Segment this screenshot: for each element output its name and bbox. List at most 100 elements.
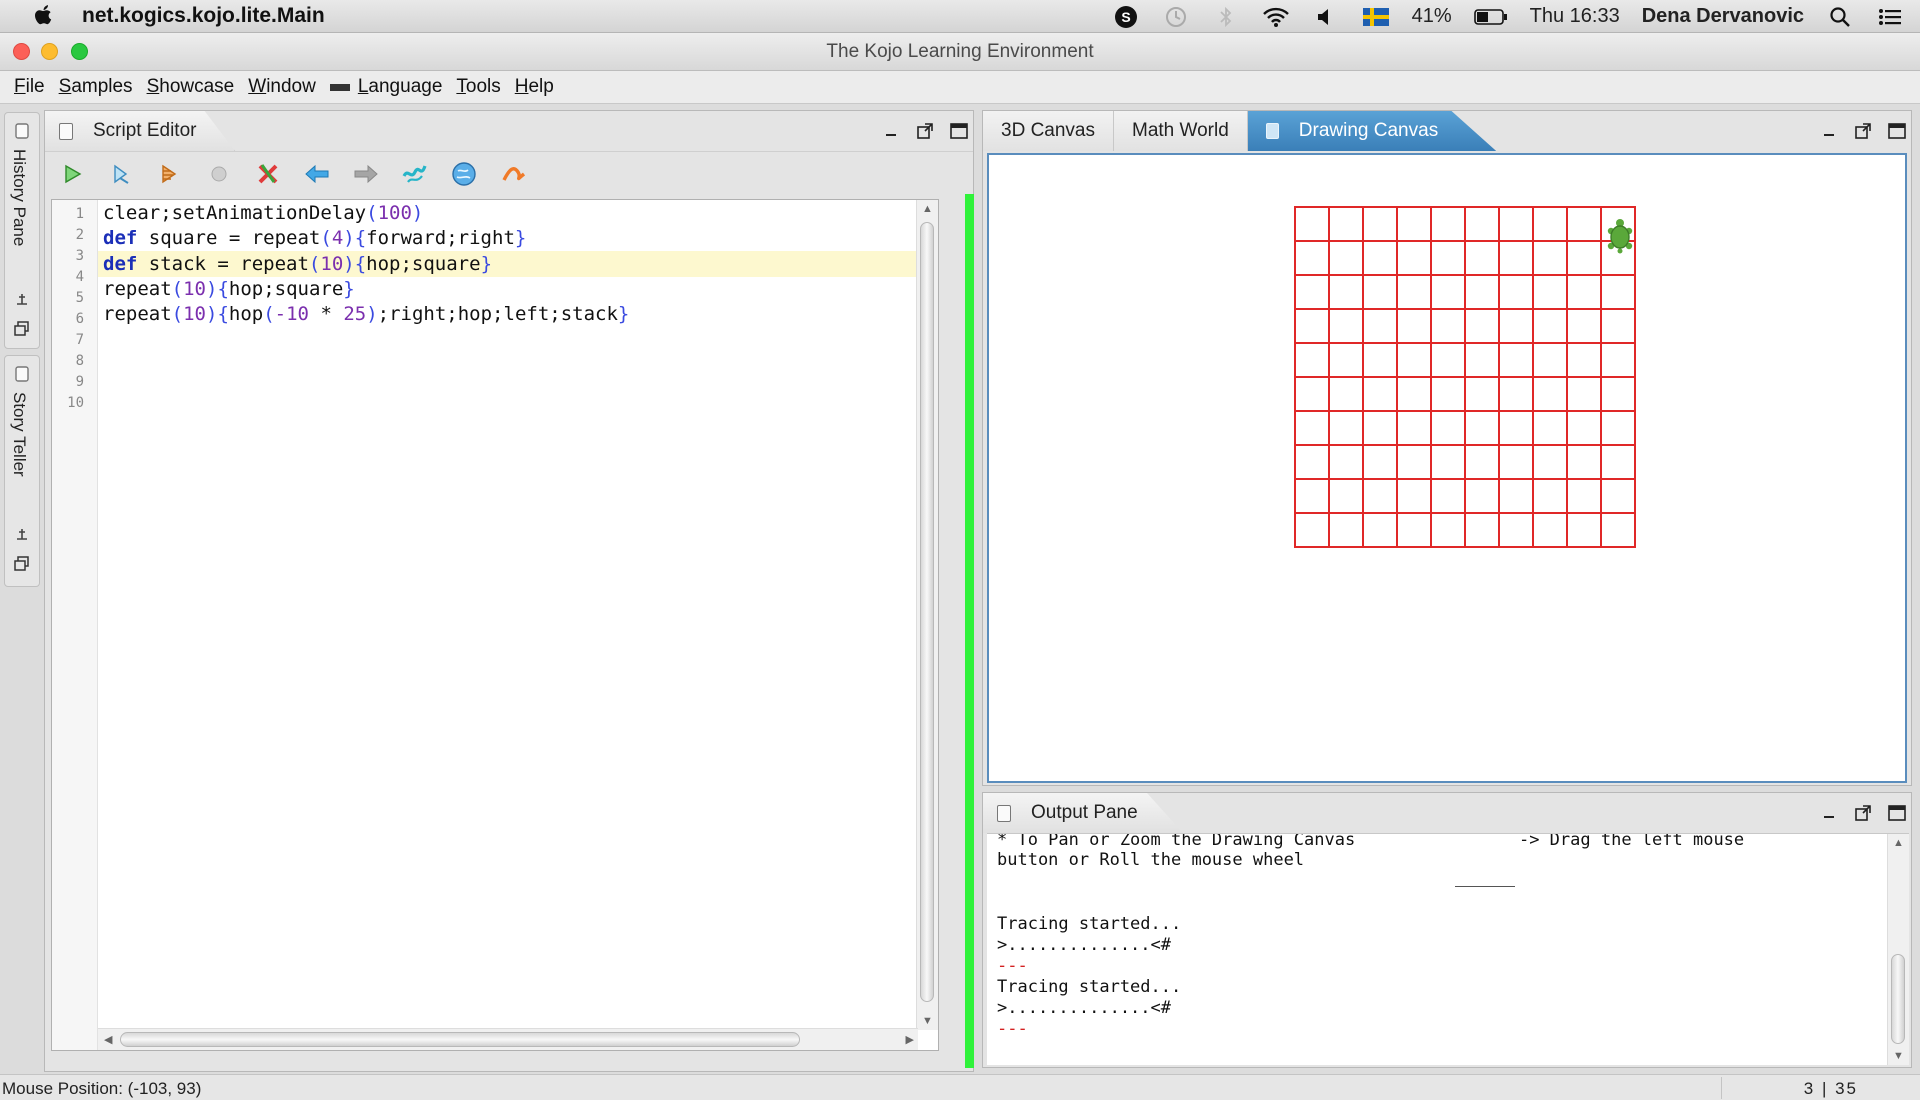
story-restore-icon[interactable]: [14, 556, 30, 572]
menu-tools[interactable]: Tools: [456, 76, 500, 98]
output-vertical-scrollbar[interactable]: ▲ ▼: [1887, 834, 1909, 1065]
tab-drawing-canvas[interactable]: Drawing Canvas: [1247, 111, 1497, 151]
notification-center-icon[interactable]: [1876, 3, 1904, 31]
code-editor[interactable]: 1 2 3 4 5 6 7 8 9 10 clear;setAnimationD…: [51, 199, 939, 1051]
story-teller-label[interactable]: Story Teller: [9, 392, 29, 477]
scroll-down-arrow-icon[interactable]: ▼: [1893, 1050, 1904, 1062]
code-token: (: [263, 303, 275, 325]
battery-icon[interactable]: [1473, 3, 1508, 31]
code-line-1[interactable]: clear;setAnimationDelay(100): [98, 200, 898, 226]
grid-square: [1464, 342, 1500, 378]
volume-icon[interactable]: [1312, 3, 1340, 31]
undo-icon[interactable]: [304, 161, 330, 187]
apple-logo-icon[interactable]: [28, 1, 58, 31]
menu-language-wrap[interactable]: Language: [329, 76, 443, 98]
editor-vertical-scrollbar[interactable]: ▲ ▼: [916, 200, 938, 1030]
clear-editor-icon[interactable]: [500, 161, 526, 187]
time-machine-icon[interactable]: [1162, 3, 1190, 31]
menu-samples[interactable]: Samples: [59, 76, 133, 98]
grid-square: [1566, 308, 1602, 344]
tab-math-world[interactable]: Math World: [1114, 111, 1248, 151]
run-worksheet-icon[interactable]: [108, 161, 134, 187]
stop-icon[interactable]: [206, 161, 232, 187]
maximize-icon[interactable]: [1887, 803, 1907, 823]
output-pane-title: Output Pane: [1031, 802, 1138, 823]
grid-square: [1294, 410, 1330, 446]
menu-window[interactable]: Window: [248, 76, 316, 98]
story-teller-group[interactable]: Story Teller: [4, 355, 40, 587]
skype-icon[interactable]: S: [1112, 3, 1140, 31]
compile-globe-icon[interactable]: [451, 161, 477, 187]
grid-square: [1430, 478, 1466, 514]
scroll-right-arrow-icon[interactable]: ▶: [906, 1033, 914, 1046]
tab-output-pane[interactable]: Output Pane: [983, 793, 1183, 833]
tab-3d-canvas-label: 3D Canvas: [1001, 120, 1095, 141]
grid-square: [1498, 274, 1534, 310]
code-line-3[interactable]: def stack = repeat(10){hop;square}: [98, 251, 898, 277]
grid-square: [1498, 206, 1534, 242]
menu-help[interactable]: Help: [515, 76, 554, 98]
code-token: ;right;hop;left;stack: [377, 303, 618, 325]
vertical-scroll-thumb[interactable]: [920, 222, 934, 1002]
history-pane-group[interactable]: History Pane: [4, 112, 40, 349]
scroll-up-arrow-icon[interactable]: ▲: [922, 203, 933, 215]
grid-square: [1396, 240, 1432, 276]
tab-drawing-canvas-label: Drawing Canvas: [1298, 120, 1439, 141]
grid-square: [1362, 342, 1398, 378]
spotlight-search-icon[interactable]: [1826, 3, 1854, 31]
maximize-icon[interactable]: [949, 121, 969, 141]
output-text-area[interactable]: * To Pan or Zoom the Drawing Canvas -> D…: [987, 833, 1909, 1065]
output-window-controls: [1819, 803, 1907, 823]
grid-square: [1464, 274, 1500, 310]
menubar-user-name[interactable]: Dena Dervanovic: [1642, 5, 1804, 28]
float-icon[interactable]: [915, 121, 935, 141]
tab-3d-canvas[interactable]: 3D Canvas: [983, 111, 1114, 151]
wifi-icon[interactable]: [1262, 3, 1290, 31]
code-line-5[interactable]: repeat(10){hop(-10 * 25);right;hop;left;…: [98, 301, 898, 327]
format-icon[interactable]: [402, 161, 428, 187]
redo-icon[interactable]: [353, 161, 379, 187]
code-token: 25: [343, 303, 367, 325]
menu-language[interactable]: Language: [358, 76, 443, 98]
output-line: ---: [997, 1019, 1028, 1039]
history-restore-icon[interactable]: [14, 321, 30, 337]
code-line-4[interactable]: repeat(10){hop;square}: [98, 276, 898, 302]
trace-icon[interactable]: [157, 161, 183, 187]
scroll-down-arrow-icon[interactable]: ▼: [922, 1015, 933, 1027]
maximize-icon[interactable]: [1887, 121, 1907, 141]
grid-square: [1600, 444, 1636, 480]
grid-square: [1532, 206, 1568, 242]
run-icon[interactable]: [59, 161, 85, 187]
float-icon[interactable]: [1853, 121, 1873, 141]
drawing-canvas[interactable]: [987, 153, 1907, 783]
menu-showcase[interactable]: Showcase: [147, 76, 235, 98]
editor-horizontal-scrollbar[interactable]: ◀ ▶: [98, 1028, 918, 1050]
horizontal-scroll-thumb[interactable]: [120, 1032, 800, 1047]
swedish-flag-input-icon[interactable]: [1362, 3, 1390, 31]
output-scroll-thumb[interactable]: [1891, 954, 1905, 1044]
grid-square: [1498, 478, 1534, 514]
menubar-clock[interactable]: Thu 16:33: [1530, 5, 1620, 28]
bluetooth-icon[interactable]: [1212, 3, 1240, 31]
code-line-2[interactable]: def square = repeat(4){forward;right}: [98, 225, 898, 251]
grid-square: [1328, 410, 1364, 446]
story-dock-icon[interactable]: [14, 526, 30, 542]
minimize-icon[interactable]: [881, 121, 901, 141]
line-number-gutter: 1 2 3 4 5 6 7 8 9 10: [52, 200, 98, 1050]
active-app-name[interactable]: net.kogics.kojo.lite.Main: [82, 4, 325, 28]
minimize-icon[interactable]: [1819, 803, 1839, 823]
grid-square: [1396, 512, 1432, 548]
grid-square: [1566, 206, 1602, 242]
scroll-left-arrow-icon[interactable]: ◀: [104, 1033, 112, 1046]
scroll-up-arrow-icon[interactable]: ▲: [1893, 837, 1904, 849]
output-line: ---: [997, 956, 1028, 976]
history-pane-label[interactable]: History Pane: [9, 149, 29, 246]
document-icon: [1265, 123, 1279, 139]
grid-square: [1600, 478, 1636, 514]
tab-script-editor[interactable]: Script Editor: [45, 111, 235, 151]
clear-output-icon[interactable]: [255, 161, 281, 187]
float-icon[interactable]: [1853, 803, 1873, 823]
minimize-icon[interactable]: [1819, 121, 1839, 141]
history-dock-icon[interactable]: [14, 291, 30, 307]
menu-file[interactable]: File: [14, 76, 45, 98]
